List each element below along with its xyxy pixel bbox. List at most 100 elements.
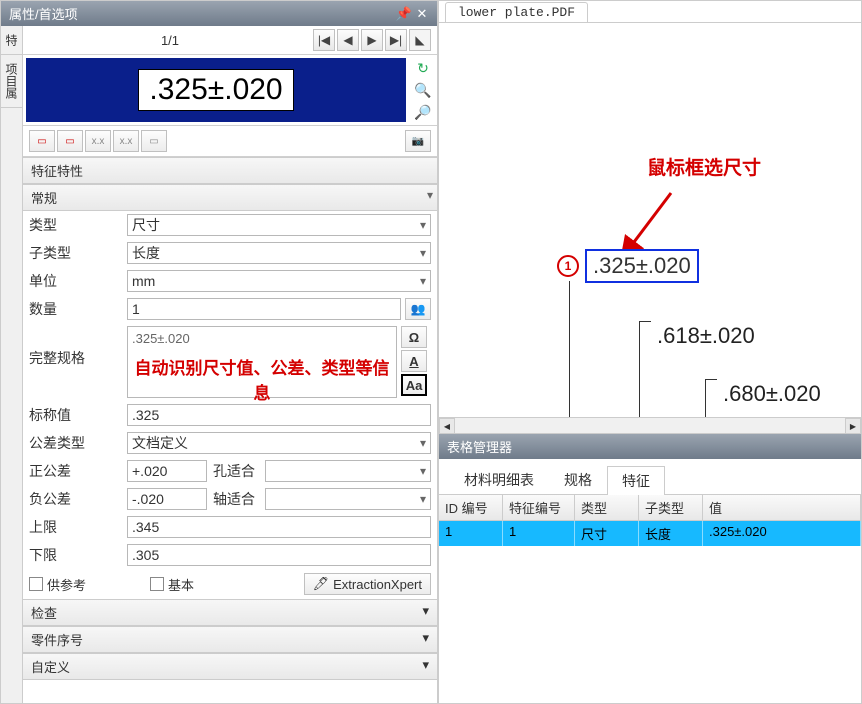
style-aa-icon[interactable]: Aa: [401, 374, 427, 396]
ext-btn-label: ExtractionXpert: [333, 577, 422, 592]
side-tab-strip: 特 项目属: [1, 26, 23, 703]
pdf-viewport[interactable]: 鼠标框选尺寸 1 .325±.020 .618±.020 .680±.020: [439, 23, 861, 417]
camera-icon[interactable]: 📷: [405, 130, 431, 152]
upper-input[interactable]: .345: [127, 516, 431, 538]
scroll-left-icon[interactable]: ◀: [439, 418, 455, 434]
balloon-marker[interactable]: 1: [557, 255, 579, 277]
omega-icon[interactable]: Ω: [401, 326, 427, 348]
col-featid: 特征编号: [503, 495, 575, 520]
fullspec-value: .325±.020: [132, 331, 392, 346]
grid-header: ID 编号 特征编号 类型 子类型 值: [439, 495, 861, 521]
prev-button[interactable]: ◀: [337, 29, 359, 51]
refresh-icon[interactable]: ↻: [413, 58, 433, 78]
annotation-text: 自动识别尺寸值、公差、类型等信息: [132, 354, 392, 404]
scroll-right-icon[interactable]: ▶: [845, 418, 861, 434]
fullspec-label: 完整规格: [29, 326, 127, 398]
leader-line: [569, 281, 570, 417]
ptol-input[interactable]: +.020: [127, 460, 207, 482]
ntol-input[interactable]: -.020: [127, 488, 207, 510]
ntol2-select[interactable]: [265, 488, 431, 510]
style-a-icon[interactable]: A: [401, 350, 427, 372]
section-char-props: 特征特性: [23, 157, 437, 184]
lower-label: 下限: [29, 545, 127, 565]
col-type: 类型: [575, 495, 639, 520]
subtype-label: 子类型: [29, 243, 127, 263]
upper-label: 上限: [29, 517, 127, 537]
table-row[interactable]: 1 1 尺寸 长度 .325±.020: [439, 521, 861, 546]
ref-checkbox[interactable]: [29, 577, 43, 591]
chevron-down-icon: ▾: [422, 603, 429, 622]
ptol-label: 正公差: [29, 461, 127, 481]
panel-title: 属性/首选项: [9, 4, 78, 23]
format-icon-1[interactable]: ▭: [29, 130, 55, 152]
format-icon-5[interactable]: ▭: [141, 130, 167, 152]
leader-tick: [705, 379, 717, 380]
toltype-select[interactable]: 文档定义: [127, 432, 431, 454]
wand-icon: 🖊: [313, 576, 330, 592]
dimension-3: .680±.020: [723, 381, 821, 407]
toltype-label: 公差类型: [29, 433, 127, 453]
basic-label: 基本: [168, 575, 194, 594]
lower-input[interactable]: .305: [127, 544, 431, 566]
section-general[interactable]: 常规: [23, 184, 437, 211]
ptol2-label: 孔适合: [213, 461, 265, 481]
basic-checkbox[interactable]: [150, 577, 164, 591]
format-icon-3[interactable]: x.x: [85, 130, 111, 152]
zoom-in-icon[interactable]: 🔍: [413, 80, 433, 100]
tab-feature[interactable]: 特征: [607, 466, 665, 495]
arrow-icon: [621, 188, 681, 258]
next-button[interactable]: ▶: [361, 29, 383, 51]
ntol-label: 负公差: [29, 489, 127, 509]
section-inspection[interactable]: 检查▾: [23, 599, 437, 626]
col-id: ID 编号: [439, 495, 503, 520]
first-button[interactable]: |◀: [313, 29, 335, 51]
zoom-fit-icon[interactable]: 🔎: [413, 102, 433, 122]
pin-icon[interactable]: 📌: [397, 7, 411, 21]
preview-value: .325±.020: [138, 69, 293, 111]
table-manager-header: 表格管理器: [439, 434, 861, 459]
manager-tab-strip: 材料明细表 规格 特征: [439, 459, 861, 495]
type-label: 类型: [29, 215, 127, 235]
leader-line: [639, 321, 640, 417]
leader-tick: [639, 321, 651, 322]
unit-select[interactable]: mm: [127, 270, 431, 292]
format-icon-2[interactable]: ▭: [57, 130, 83, 152]
dimension-2: .618±.020: [657, 323, 755, 349]
close-icon[interactable]: ✕: [415, 7, 429, 21]
type-select[interactable]: 尺寸: [127, 214, 431, 236]
horizontal-scrollbar[interactable]: ◀ ▶: [439, 417, 861, 433]
unit-label: 单位: [29, 271, 127, 291]
pager-row: 1/1 |◀ ◀ ▶ ▶| ◣: [23, 26, 437, 55]
side-tab-1[interactable]: 特: [1, 26, 22, 55]
tab-table[interactable]: 规格: [549, 465, 607, 494]
properties-panel-header: 属性/首选项 📌 ✕: [1, 1, 437, 26]
extractionxpert-button[interactable]: 🖊 ExtractionXpert: [304, 573, 431, 595]
section-custom[interactable]: 自定义▾: [23, 653, 437, 680]
last-button[interactable]: ▶|: [385, 29, 407, 51]
chevron-down-icon: ▾: [422, 657, 429, 676]
tab-bom[interactable]: 材料明细表: [449, 465, 549, 494]
section-partseq[interactable]: 零件序号▾: [23, 626, 437, 653]
side-tab-2[interactable]: 项目属: [1, 55, 22, 108]
format-icon-4[interactable]: x.x: [113, 130, 139, 152]
fullspec-box[interactable]: .325±.020 自动识别尺寸值、公差、类型等信息: [127, 326, 397, 398]
nominal-input[interactable]: .325: [127, 404, 431, 426]
leader-line: [705, 379, 706, 417]
hint-text: 鼠标框选尺寸: [647, 153, 761, 180]
ref-label: 供参考: [47, 575, 86, 594]
ntol2-label: 轴适合: [213, 489, 265, 509]
flag-icon[interactable]: ◣: [409, 29, 431, 51]
selected-dimension[interactable]: .325±.020: [585, 249, 699, 283]
col-value: 值: [703, 495, 861, 520]
qty-label: 数量: [29, 299, 127, 319]
document-tab[interactable]: lower plate.PDF: [445, 2, 588, 22]
subtype-select[interactable]: 长度: [127, 242, 431, 264]
pager-label: 1/1: [29, 33, 311, 48]
dimension-preview: .325±.020: [26, 58, 406, 122]
qty-link-icon[interactable]: 👥: [405, 298, 431, 320]
nominal-label: 标称值: [29, 405, 127, 425]
ptol2-select[interactable]: [265, 460, 431, 482]
document-tab-strip: lower plate.PDF: [439, 1, 861, 23]
qty-input[interactable]: 1: [127, 298, 401, 320]
col-subtype: 子类型: [639, 495, 703, 520]
